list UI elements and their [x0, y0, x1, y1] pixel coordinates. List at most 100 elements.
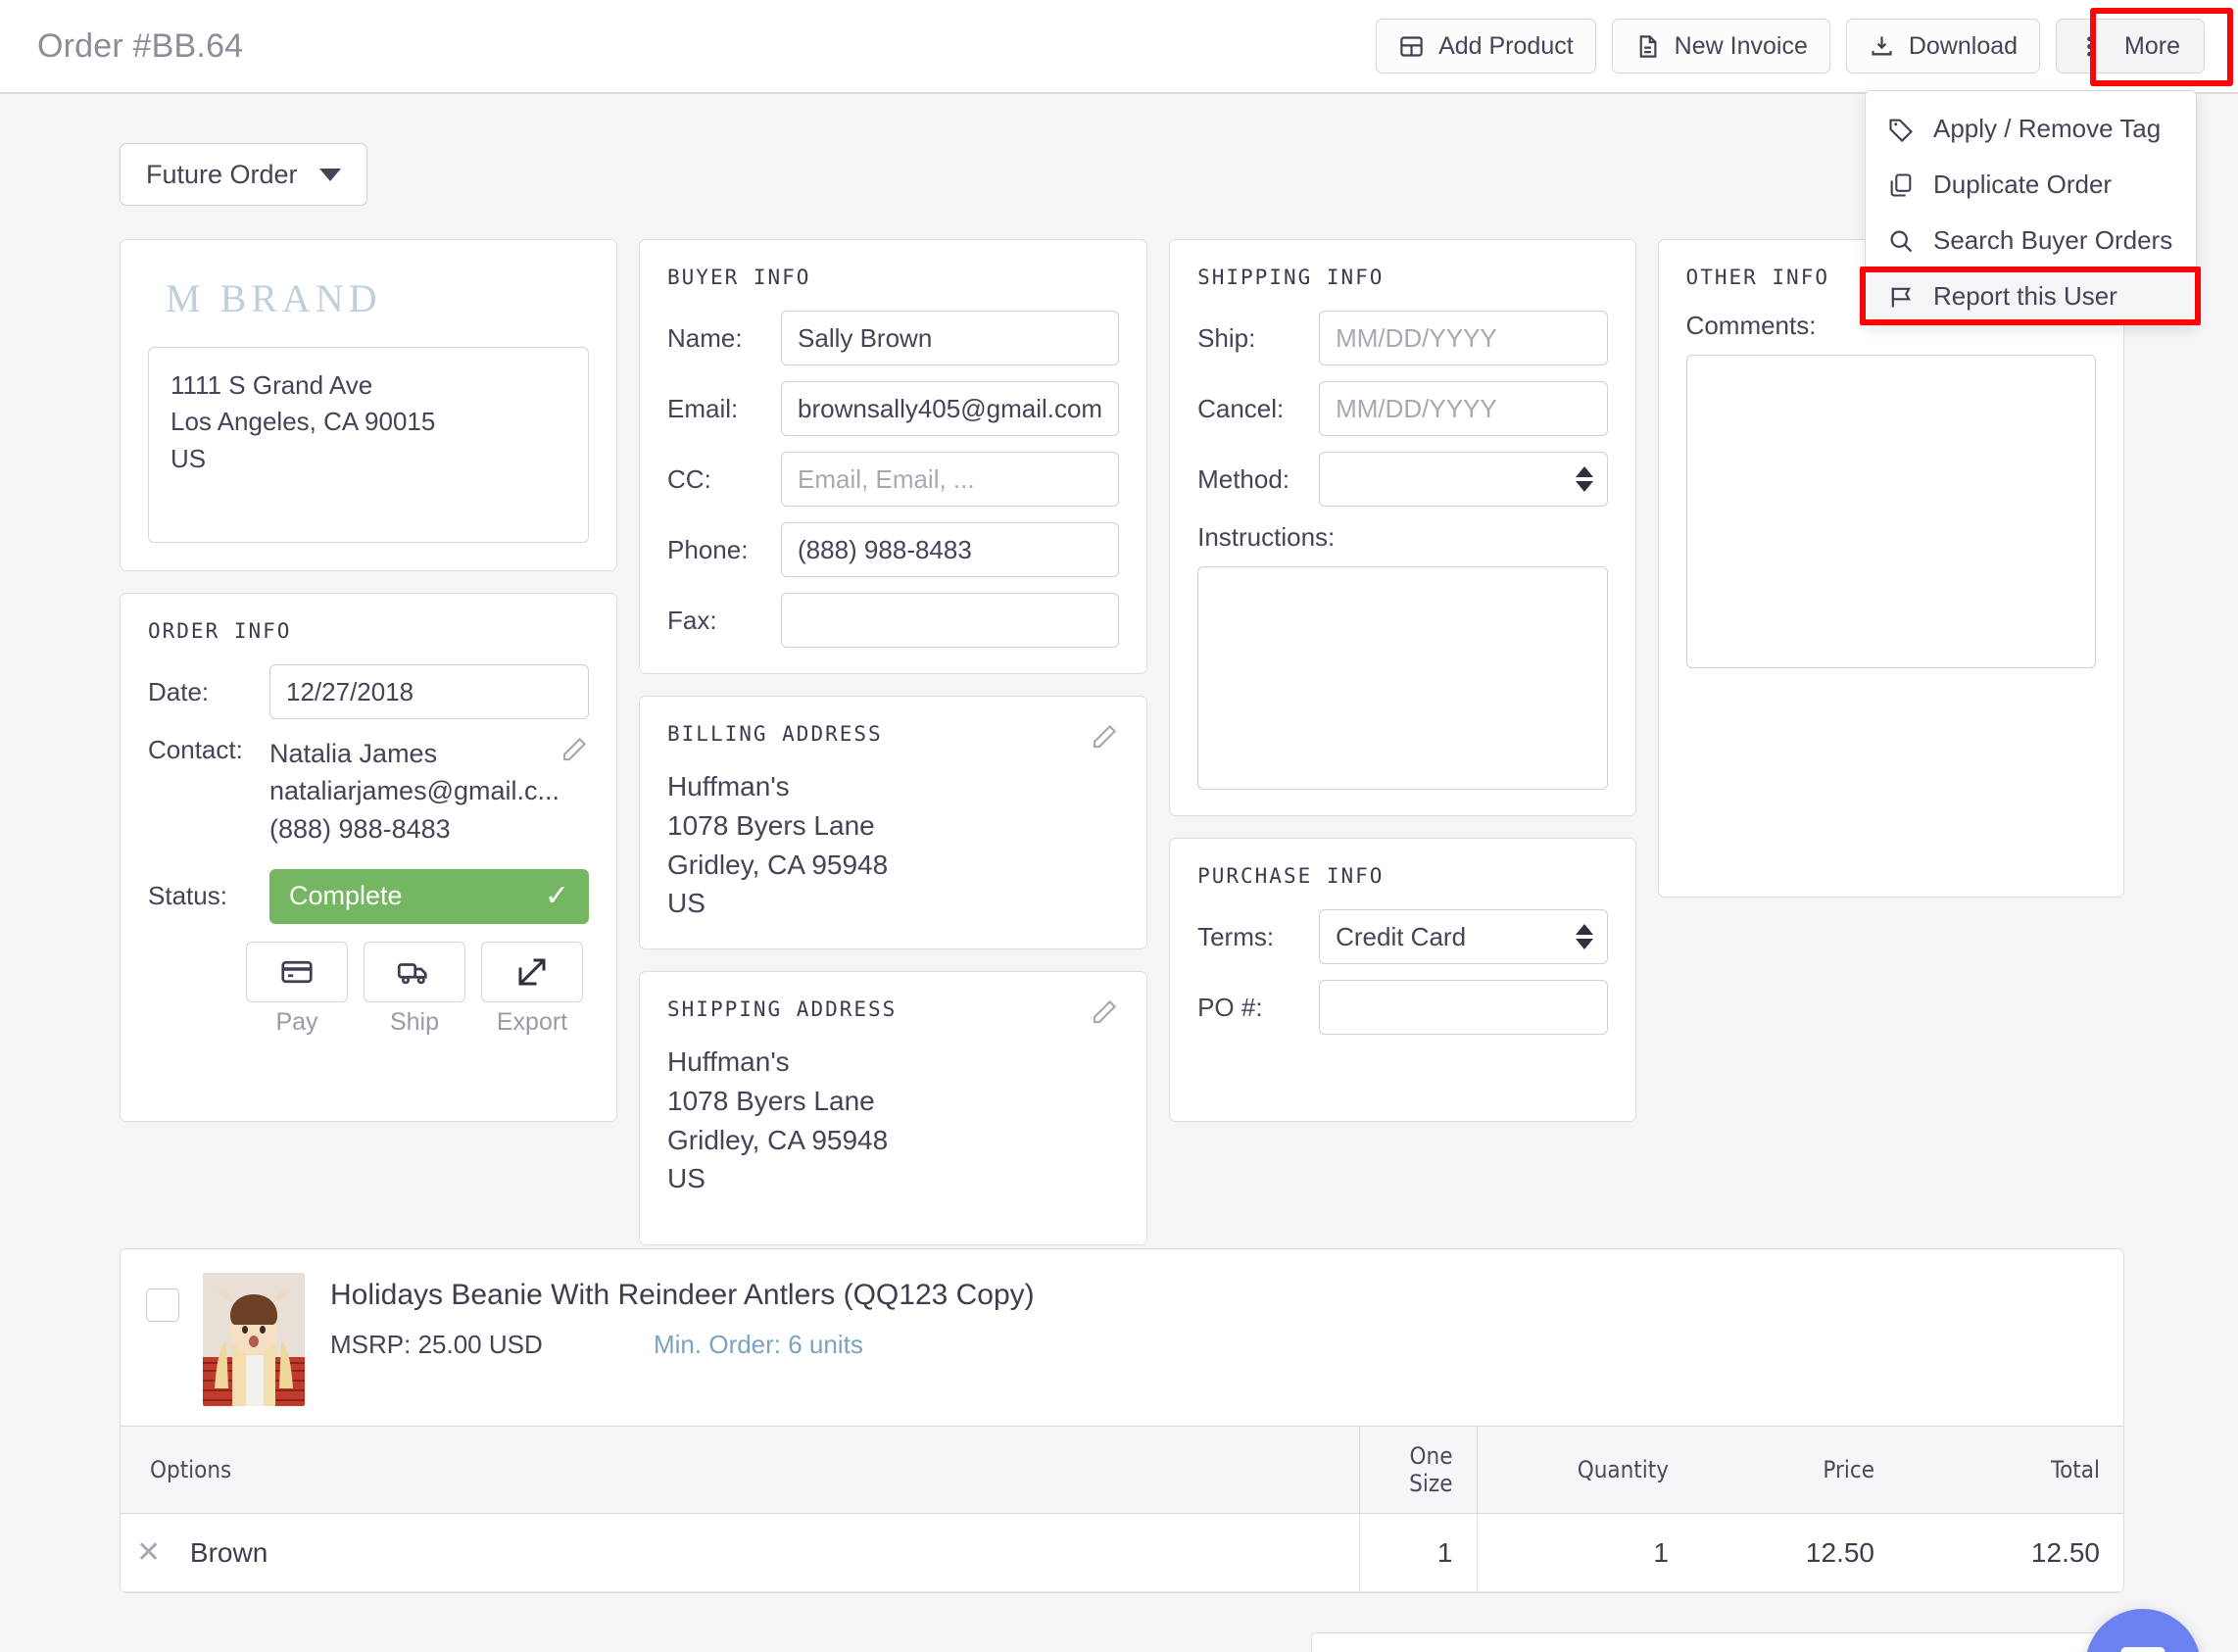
page-title: Order #BB.64: [37, 26, 244, 65]
menu-item-report-this-user[interactable]: Report this User: [1866, 268, 2196, 324]
col-price: Price: [1692, 1426, 1898, 1514]
billing-line-3: Gridley, CA 95948: [667, 849, 889, 880]
terms-label: Terms:: [1197, 921, 1275, 951]
brand-address-line-3: US: [170, 443, 207, 473]
order-status-label: Status:: [148, 881, 227, 911]
truck-icon: [397, 963, 427, 985]
cell-quantity[interactable]: 1: [1476, 1513, 1692, 1592]
chat-launcher-button[interactable]: [2085, 1609, 2201, 1652]
edit-pencil-icon[interactable]: [560, 735, 589, 764]
terms-select[interactable]: Credit Card: [1319, 909, 1608, 964]
cell-price[interactable]: 12.50: [1692, 1513, 1898, 1592]
ship-method-select[interactable]: [1319, 452, 1608, 507]
edit-pencil-icon[interactable]: [1090, 997, 1119, 1027]
instructions-textarea[interactable]: [1197, 566, 1608, 790]
order-type-dropdown[interactable]: Future Order: [120, 143, 367, 206]
col-quantity: Quantity: [1476, 1426, 1692, 1514]
order-date-input[interactable]: 12/27/2018: [269, 664, 590, 719]
status-badge-label: Complete: [289, 881, 403, 911]
order-summary-card: Order Summary + Add Line Items: [1311, 1632, 2124, 1652]
export-button[interactable]: [481, 941, 583, 1002]
add-product-button[interactable]: Add Product: [1376, 19, 1596, 73]
more-dropdown-menu: Apply / Remove Tag Duplicate Order Searc…: [1865, 90, 2197, 325]
pay-action: Pay: [246, 941, 348, 1037]
ship-date-row: Ship: MM/DD/YYYY: [1197, 311, 1608, 365]
new-invoice-label: New Invoice: [1674, 31, 1808, 60]
select-arrows-icon: [1575, 466, 1593, 492]
shipping-address-header: Shipping Address: [667, 997, 1119, 1043]
product-name[interactable]: Holidays Beanie With Reindeer Antlers (Q…: [330, 1279, 2098, 1312]
edit-pencil-icon[interactable]: [1090, 722, 1119, 752]
pay-label: Pay: [275, 1007, 318, 1036]
credit-card-icon: [281, 960, 313, 984]
ship-date-input[interactable]: MM/DD/YYYY: [1319, 311, 1608, 365]
more-button[interactable]: More: [2056, 19, 2205, 73]
order-info-title: Order Info: [148, 619, 292, 643]
contact-phone: (888) 988-8483: [269, 813, 451, 844]
line-items-body: ✕ Brown 1 1 12.50 12.50: [121, 1513, 2123, 1592]
menu-item-apply-remove-tag[interactable]: Apply / Remove Tag: [1866, 101, 2196, 157]
column-buyer-addresses: Buyer Info Name: Sally Brown Email: brow…: [639, 239, 1148, 1245]
content-area: Future Order Huffman's M BRAND 1111 S Gr…: [0, 94, 2238, 1652]
add-product-icon: [1398, 33, 1425, 60]
search-icon: [1887, 227, 1915, 255]
po-input[interactable]: [1319, 980, 1608, 1035]
terms-value: Credit Card: [1336, 921, 1467, 951]
export-label: Export: [496, 1007, 568, 1036]
buyer-cc-input[interactable]: Email, Email, ...: [781, 452, 1120, 507]
column-other-info: Other Info Comments:: [1657, 239, 2124, 898]
option-label: Brown: [189, 1537, 268, 1568]
remove-row-icon[interactable]: ✕: [136, 1536, 161, 1569]
buyer-cc-row: CC: Email, Email, ...: [667, 452, 1120, 507]
product-thumbnail[interactable]: [203, 1273, 305, 1406]
ship-button[interactable]: [364, 941, 465, 1002]
menu-item-duplicate-order[interactable]: Duplicate Order: [1866, 157, 2196, 213]
top-bar: Order #BB.64 Add Product New Invoice Dow…: [0, 0, 2238, 94]
comments-textarea[interactable]: [1685, 355, 2096, 668]
contact-name: Natalia James: [269, 739, 438, 768]
tag-icon: [1887, 116, 1915, 143]
cancel-date-input[interactable]: MM/DD/YYYY: [1319, 381, 1608, 436]
pay-button[interactable]: [246, 941, 348, 1002]
cell-one-size[interactable]: 1: [1358, 1513, 1477, 1592]
buyer-info-title: Buyer Info: [667, 266, 811, 289]
contact-email: nataliarjames@gmail.c...: [269, 776, 560, 806]
select-arrows-icon: [1575, 924, 1593, 949]
download-button[interactable]: Download: [1845, 19, 2041, 73]
order-type-label: Future Order: [146, 159, 298, 189]
buyer-phone-input[interactable]: (888) 988-8483: [781, 522, 1120, 577]
buyer-phone-label: Phone:: [667, 534, 749, 564]
check-icon: ✓: [544, 879, 570, 912]
buyer-email-input[interactable]: brownsally405@gmail.com: [781, 381, 1120, 436]
shipping-address-title: Shipping Address: [667, 997, 898, 1021]
menu-item-search-buyer-orders[interactable]: Search Buyer Orders: [1866, 213, 2196, 268]
status-badge[interactable]: Complete ✓: [269, 868, 590, 924]
purchase-info-card: Purchase Info Terms: Credit Card PO #:: [1169, 838, 1636, 1122]
buyer-fax-input[interactable]: [781, 593, 1120, 648]
column-brand-order: M BRAND 1111 S Grand Ave Los Angeles, CA…: [120, 239, 618, 1122]
ship-action: Ship: [364, 941, 465, 1037]
po-label: PO #:: [1197, 992, 1263, 1022]
shipping-line-1: Huffman's: [667, 1046, 790, 1077]
product-select-checkbox[interactable]: [146, 1288, 179, 1322]
buyer-name-input[interactable]: Sally Brown: [781, 311, 1120, 365]
buyer-cc-label: CC:: [667, 463, 711, 494]
product-info: Holidays Beanie With Reindeer Antlers (Q…: [330, 1273, 2098, 1360]
product-min-order: Min. Order: 6 units: [654, 1330, 863, 1359]
ship-label: Ship: [389, 1007, 440, 1036]
download-icon: [1872, 35, 1892, 55]
menu-label-report-this-user: Report this User: [1933, 281, 2117, 311]
order-contact-label: Contact:: [148, 735, 243, 764]
col-one-size: One Size: [1358, 1426, 1477, 1514]
cell-option: ✕ Brown: [121, 1513, 1359, 1592]
product-line-panel: Holidays Beanie With Reindeer Antlers (Q…: [120, 1248, 2124, 1593]
new-invoice-button[interactable]: New Invoice: [1611, 19, 1830, 73]
purchase-info-title: Purchase Info: [1197, 864, 1385, 888]
shipping-line-3: Gridley, CA 95948: [667, 1124, 889, 1155]
kebab-icon: [2087, 35, 2092, 57]
shipping-info-title: Shipping Info: [1197, 266, 1385, 289]
billing-address-title: Billing Address: [667, 722, 883, 746]
brand-address-line-2: Los Angeles, CA 90015: [170, 407, 436, 437]
instructions-label: Instructions:: [1197, 522, 1336, 552]
order-status-row: Status: Complete ✓: [148, 868, 590, 924]
